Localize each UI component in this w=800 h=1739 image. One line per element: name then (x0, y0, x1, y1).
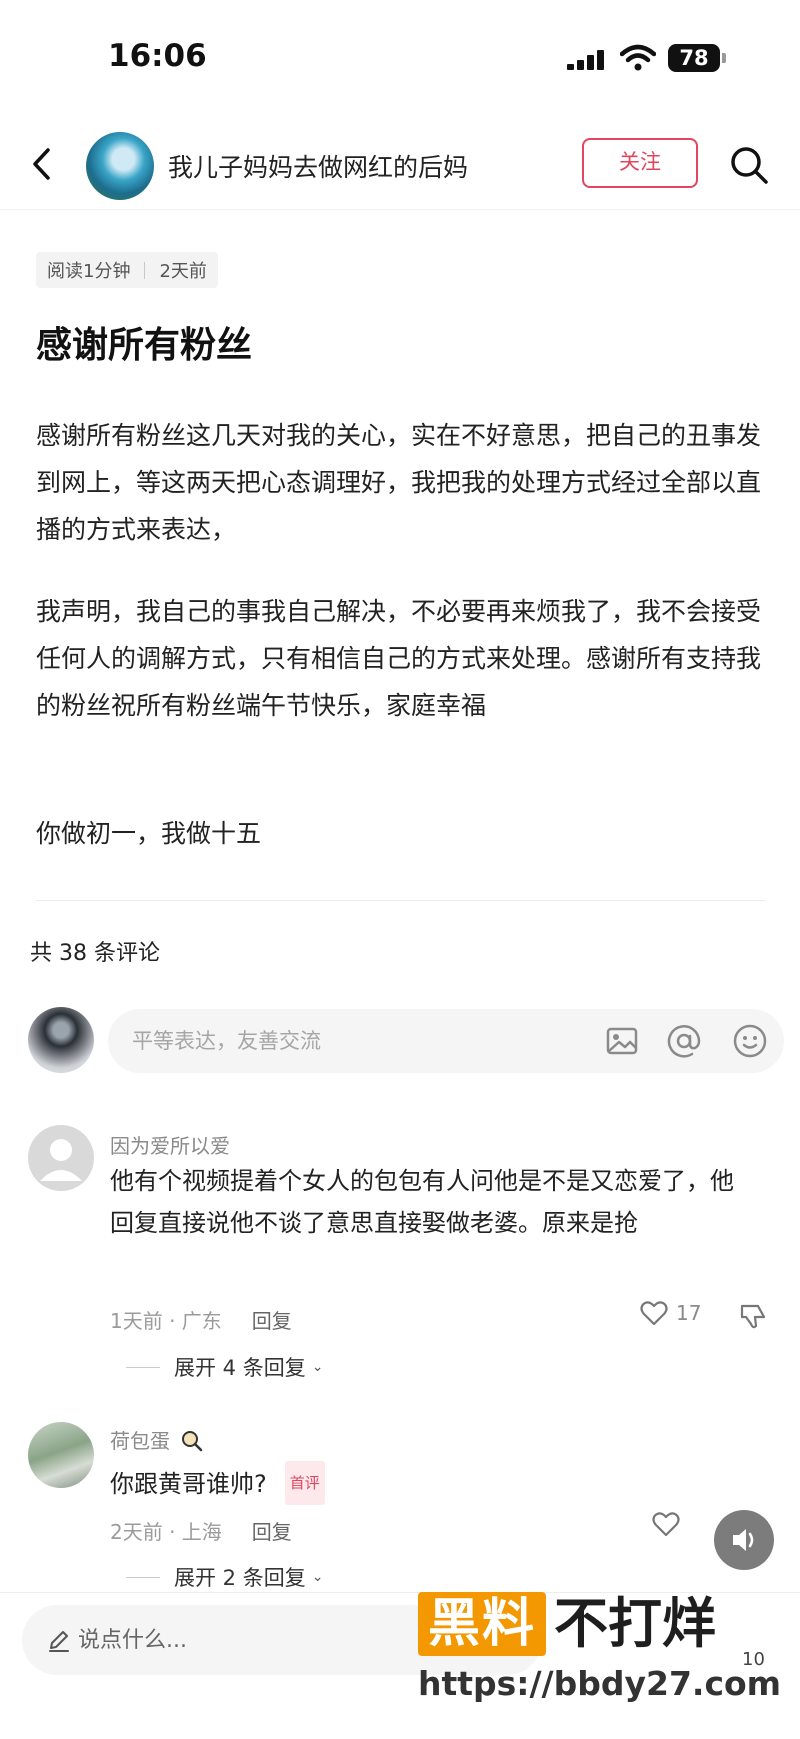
post-time: 2天前 (159, 261, 207, 282)
chevron-down-icon: ⌄ (311, 1569, 324, 1585)
battery-indicator: 78 (668, 44, 720, 72)
battery-tip (722, 53, 726, 63)
magnifier-emoji-icon (182, 1431, 203, 1452)
image-icon[interactable] (604, 1023, 640, 1059)
meta-divider (144, 261, 146, 279)
like-button[interactable] (652, 1511, 688, 1537)
comment-text: 你跟黄哥谁帅? 首评 (110, 1461, 750, 1505)
watermark-url: https://bbdy27.com (418, 1664, 782, 1703)
section-divider (36, 900, 766, 901)
commenter-avatar[interactable] (28, 1125, 94, 1191)
article-title: 感谢所有粉丝 (36, 325, 253, 366)
comment-text-content: 你跟黄哥谁帅? (110, 1470, 267, 1498)
chevron-down-icon: ⌄ (311, 1359, 324, 1375)
expand-label: 展开 4 条回复 (174, 1356, 306, 1380)
author-name[interactable]: 我儿子妈妈去做网红的后妈 (168, 148, 468, 184)
author-avatar[interactable] (86, 132, 154, 200)
mention-icon[interactable] (666, 1023, 702, 1059)
like-button[interactable]: 17 (640, 1300, 701, 1326)
expand-replies-button[interactable]: 展开 2 条回复 ⌄ (126, 1562, 323, 1592)
comment-input[interactable] (132, 1021, 592, 1061)
speaker-icon (733, 1529, 754, 1551)
comment-count: 共 38 条评论 (30, 941, 160, 966)
heart-icon (640, 1301, 668, 1326)
comment-text: 他有个视频提着个女人的包包有人问他是不是又恋爱了，他回复直接说他不谈了意思直接娶… (110, 1167, 734, 1237)
first-comment-badge: 首评 (284, 1461, 325, 1505)
status-bar: 16:06 78 (0, 0, 800, 110)
reply-button[interactable]: 回复 (252, 1516, 292, 1545)
follow-button[interactable]: 关注 (582, 138, 698, 188)
pencil-icon (49, 1631, 69, 1652)
commenter-name-text: 荷包蛋 (110, 1429, 170, 1453)
comment-time-location: 2天前 · 上海 (110, 1520, 222, 1544)
default-user-icon (40, 1139, 82, 1181)
article-paragraph: 感谢所有粉丝这几天对我的关心，实在不好意思，把自己的丑事发到网上，等这两天把心态… (36, 421, 762, 544)
article-meta: 阅读1分钟 2天前 (36, 252, 218, 288)
expand-replies-button[interactable]: 展开 4 条回复 ⌄ (126, 1352, 323, 1382)
comment-time-location: 1天前 · 广东 (110, 1309, 222, 1333)
commenter-avatar[interactable] (28, 1422, 94, 1488)
back-arrow-icon[interactable] (28, 144, 56, 184)
expand-line (126, 1576, 160, 1578)
speaker-button[interactable] (714, 1510, 774, 1570)
comment-meta: 2天前 · 上海 回复 (110, 1516, 292, 1545)
dislike-icon[interactable] (738, 1302, 768, 1330)
expand-label: 展开 2 条回复 (174, 1566, 306, 1590)
nav-bar: 我儿子妈妈去做网红的后妈 关注 (0, 120, 800, 210)
expand-line (126, 1366, 160, 1368)
read-time: 阅读1分钟 (47, 261, 131, 282)
article-paragraph: 你做初一，我做十五 (36, 819, 262, 848)
status-time: 16:06 (108, 38, 207, 74)
watermark-logo-box: 黑料 (418, 1592, 546, 1656)
like-count: 17 (676, 1301, 702, 1325)
heart-icon (652, 1512, 680, 1537)
commenter-name[interactable]: 因为爱所以爱 (110, 1130, 230, 1159)
watermark-text: 不打烊 (554, 1592, 716, 1655)
search-icon[interactable] (728, 144, 770, 186)
emoji-icon[interactable] (732, 1023, 768, 1059)
reply-button[interactable]: 回复 (252, 1305, 292, 1334)
article-paragraph: 我声明，我自己的事我自己解决，不必要再来烦我了，我不会接受任何人的调解方式，只有… (36, 597, 762, 720)
comment-input-box[interactable] (108, 1009, 784, 1073)
comment-meta: 1天前 · 广东 回复 (110, 1305, 292, 1334)
commenter-name[interactable]: 荷包蛋 (110, 1425, 204, 1454)
wifi-icon (620, 44, 656, 71)
signal-icon (567, 50, 604, 70)
my-avatar (28, 1007, 94, 1073)
